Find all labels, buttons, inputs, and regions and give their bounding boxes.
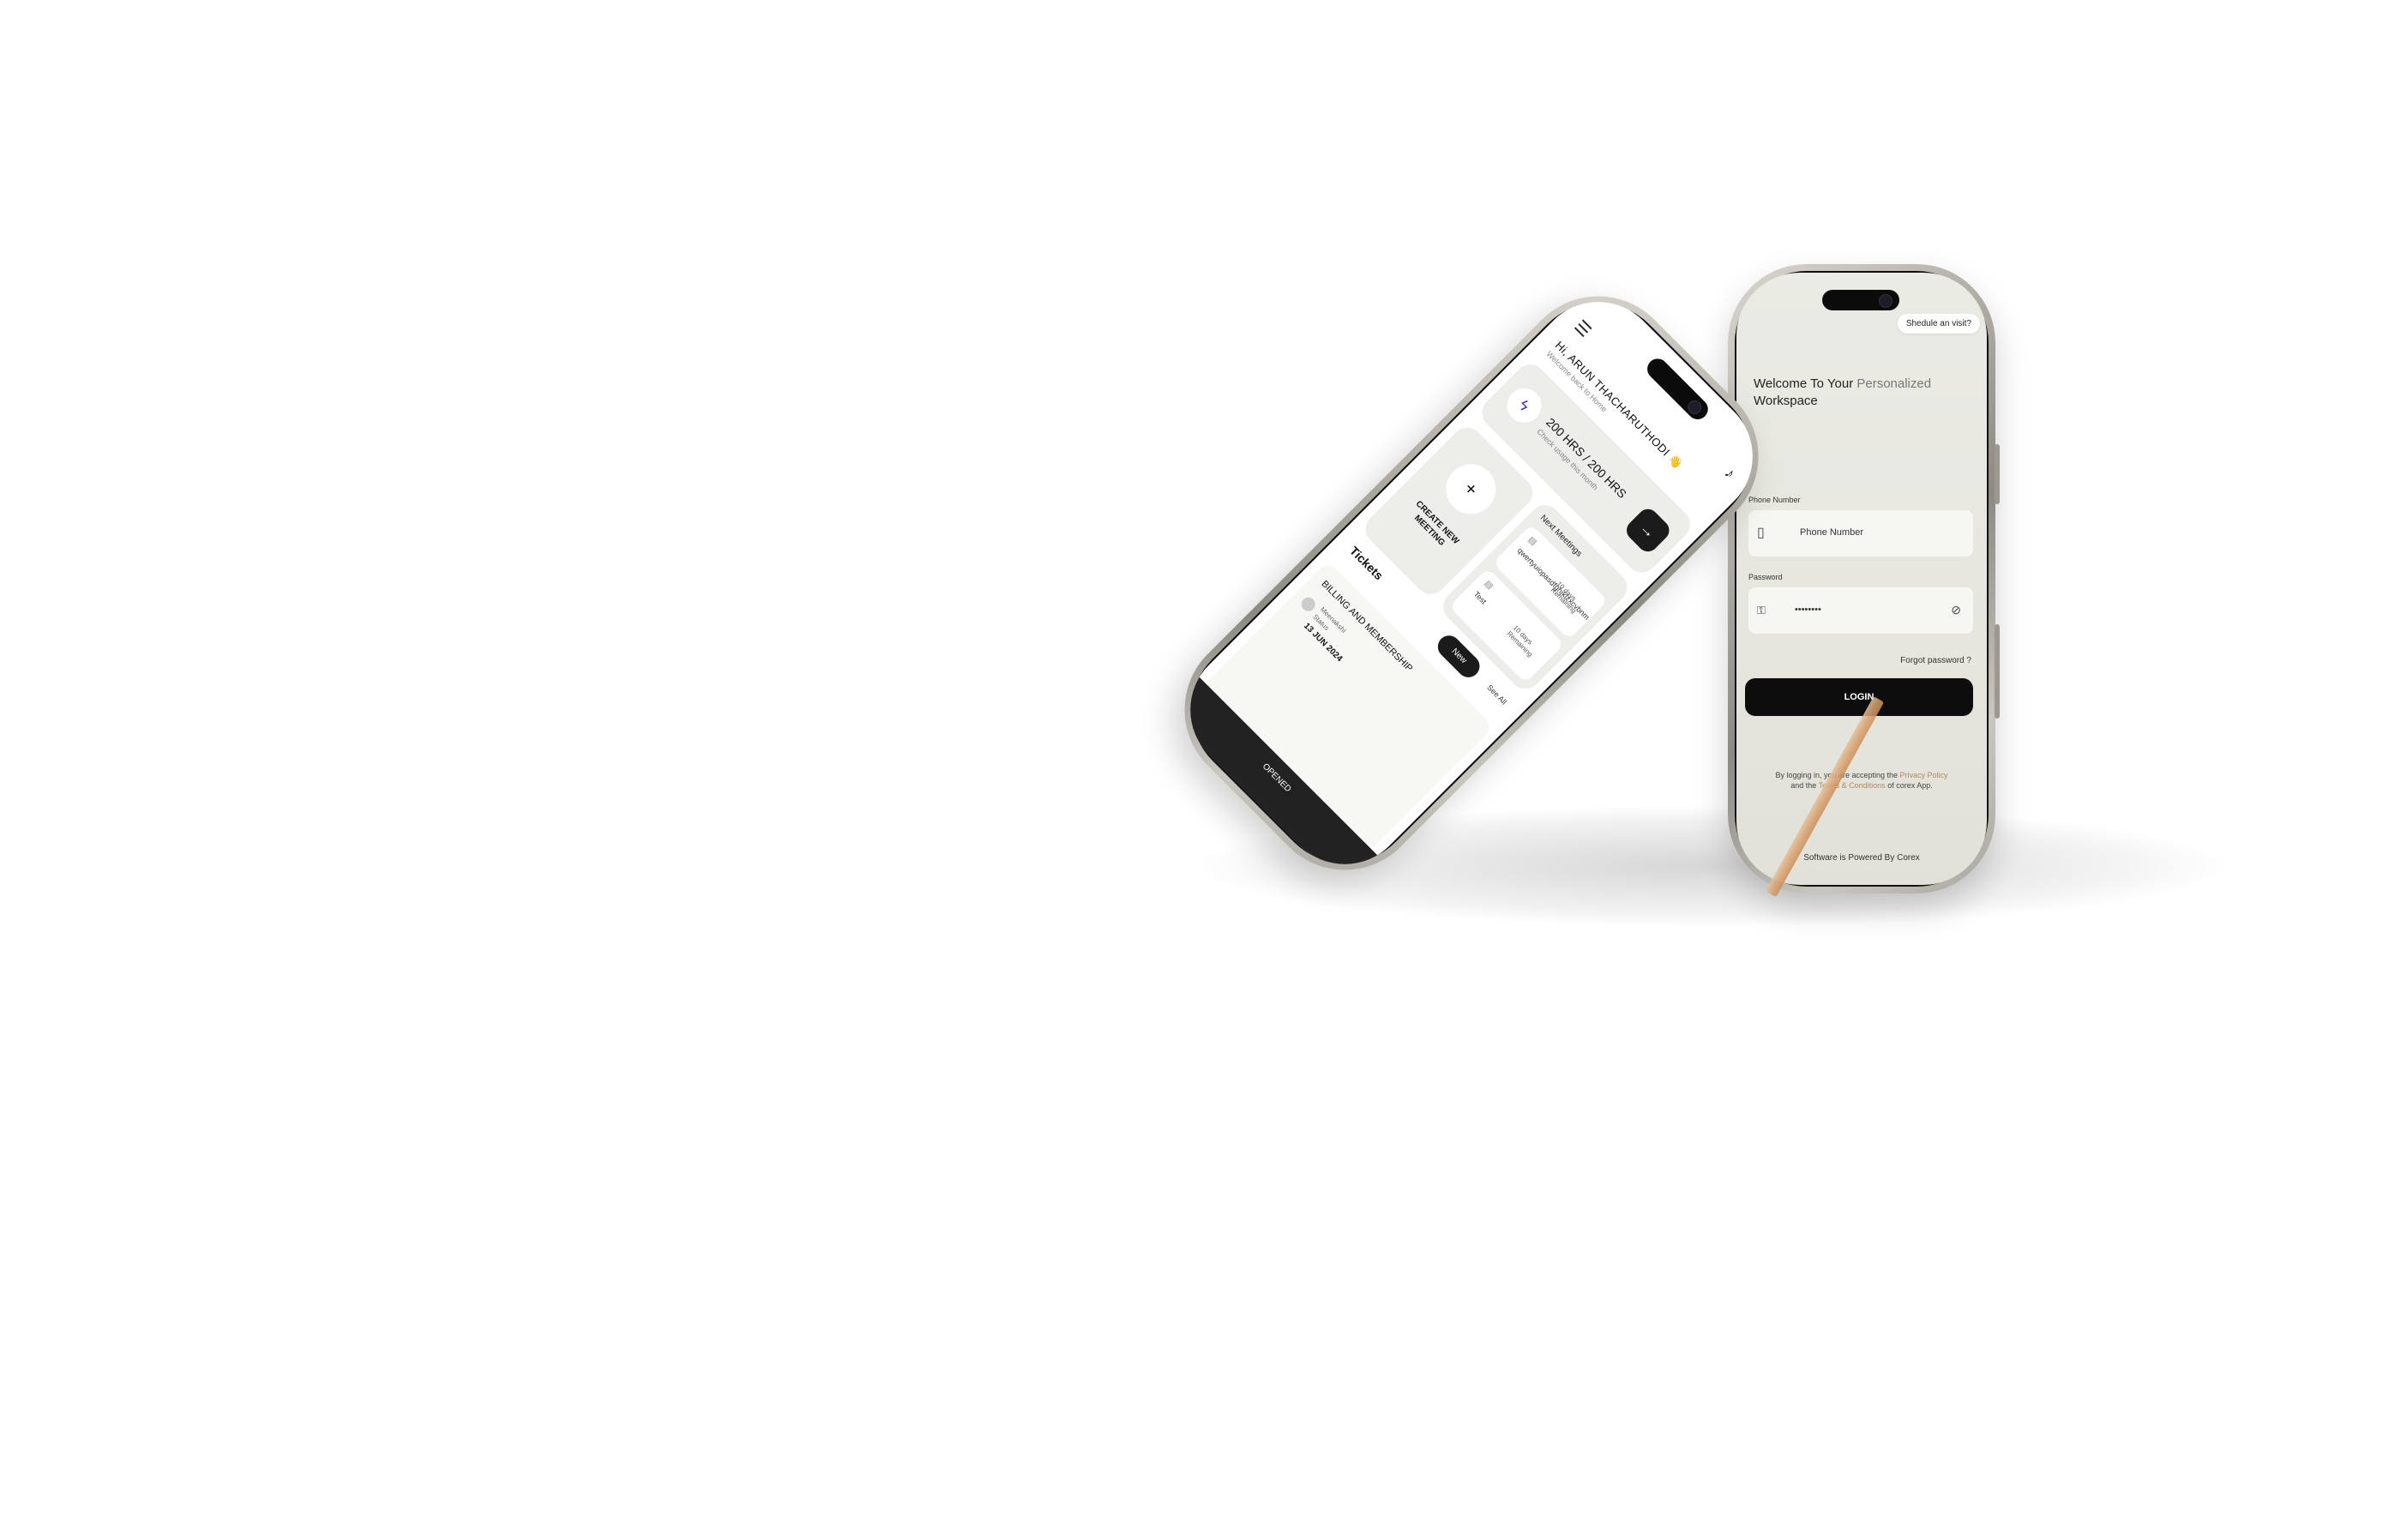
menu-icon[interactable]: ☰ [1570,316,1596,341]
arrow-right-icon[interactable]: → [1622,504,1674,556]
login-screen: Shedule an visit? Welcome To Your Person… [1736,273,1987,885]
schedule-visit-button[interactable]: Shedule an visit? [1897,314,1980,334]
dynamic-island [1643,354,1712,424]
calendar-icon: ▤ [1482,579,1495,592]
mockup-stage: Shedule an visit? Welcome To Your Person… [0,0,2401,1540]
phone-field[interactable]: ▯ Phone Number [1748,510,1973,556]
see-all-link[interactable]: See All [1485,683,1508,707]
welcome-text: Welcome To Your [1754,376,1854,391]
terms-suffix: of corex App. [1887,781,1933,790]
side-button [1995,624,2000,719]
welcome-accent-text: Personalized [1856,376,1932,391]
password-field[interactable]: ⚿ •••••••• ⊘ [1748,587,1973,634]
phone-input-placeholder: Phone Number [1800,527,1863,538]
password-field-label: Password [1748,573,1783,581]
dashboard-screen: ☰ ♪ Hi, ARUN THACHARUTHODI 👋 Welcome bac… [1164,275,1779,891]
power-button [1995,444,2000,504]
welcome-heading: Welcome To Your Personalized Workspace [1754,376,1951,410]
phone-login: Shedule an visit? Welcome To Your Person… [1728,264,2000,893]
key-icon: ⚿ [1757,604,1766,617]
login-button[interactable]: LOGIN [1745,678,1973,716]
privacy-policy-link[interactable]: Privacy Policy [1900,771,1948,779]
calendar-icon: ▤ [1525,535,1539,548]
meeting-name: Test [1471,589,1489,606]
powered-by-text: Software is Powered By Corex [1803,853,1920,863]
avatar [1298,594,1319,615]
dynamic-island [1822,290,1899,310]
meeting-remaining: 10 days Remaining [1505,623,1535,659]
terms-and: and the [1790,781,1817,790]
mobile-phone-icon: ▯ [1757,526,1765,540]
meeting-remaining: 10 days Remaining [1549,580,1578,615]
plus-icon: + [1435,454,1507,525]
hours-value: 200 HRS / 200 HRS [1544,415,1630,502]
forgot-password-link[interactable]: Forgot password ? [1900,656,1971,665]
lightning-bolt-icon: ϟ [1500,381,1549,430]
welcome-text-line2: Workspace [1754,394,1818,408]
eye-off-icon[interactable]: ⊘ [1951,603,1961,617]
password-input-value: •••••••• [1795,605,1821,615]
terms-text: By logging in, you are accepting the Pri… [1752,770,1971,791]
phone-field-label: Phone Number [1748,496,1801,504]
bell-icon[interactable]: ♪ [1721,464,1739,482]
